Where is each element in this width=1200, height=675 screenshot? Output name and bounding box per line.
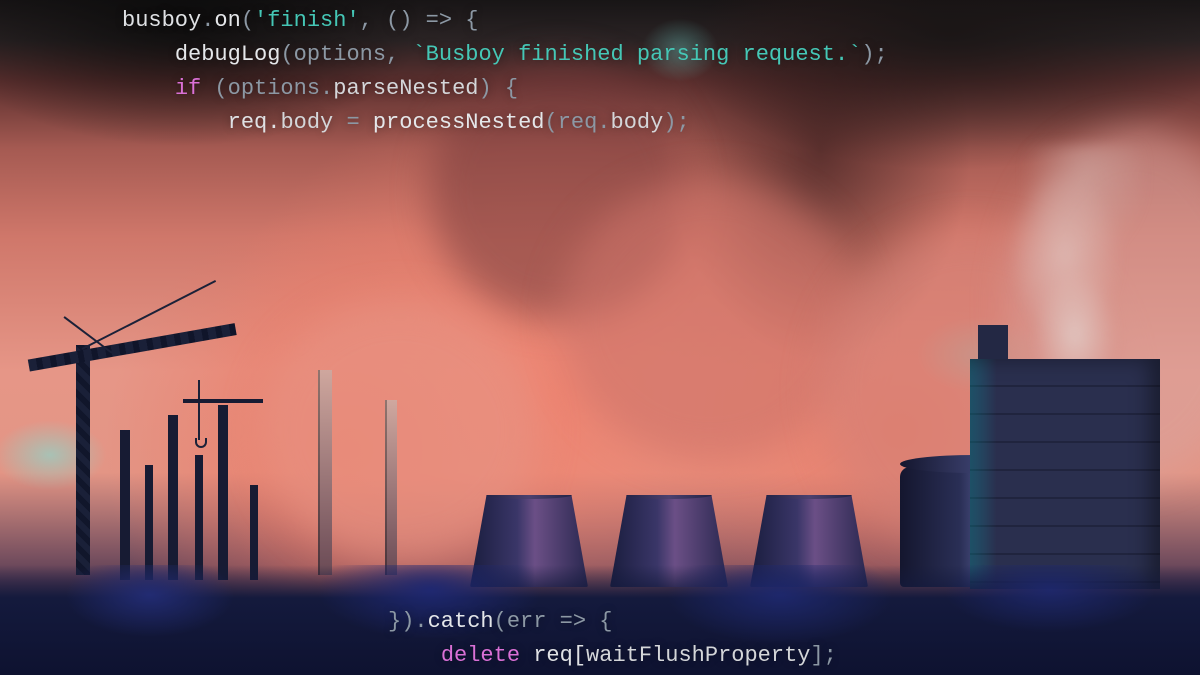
code-token: body — [280, 110, 333, 135]
code-token — [122, 110, 228, 135]
code-overlay-top: busboy.on('finish', () => { debugLog(opt… — [122, 4, 888, 140]
code-token: (options, — [280, 42, 412, 67]
code-token: waitFlushProperty — [586, 643, 810, 668]
code-token — [122, 76, 175, 101]
code-token: ) { — [478, 76, 518, 101]
code-token: processNested — [373, 110, 545, 135]
code-token: body — [611, 110, 664, 135]
code-token: busboy — [122, 8, 201, 33]
code-token: => — [560, 609, 586, 634]
code-token: . — [201, 8, 214, 33]
code-token: { — [586, 609, 612, 634]
industrial-building — [970, 359, 1160, 589]
code-token: req[ — [520, 643, 586, 668]
code-token: }). — [388, 609, 428, 634]
code-token: ( — [241, 8, 254, 33]
code-token: catch — [428, 609, 494, 634]
code-token: (req. — [545, 110, 611, 135]
code-token: { — [452, 8, 478, 33]
code-token: parseNested — [333, 76, 478, 101]
code-token: ]; — [810, 643, 836, 668]
code-token: ); — [861, 42, 887, 67]
code-token — [122, 42, 175, 67]
chimney-smoke — [1005, 145, 1145, 375]
code-token: req. — [228, 110, 281, 135]
code-token: delete — [441, 643, 520, 668]
code-token: => — [426, 8, 452, 33]
code-token: (err — [494, 609, 560, 634]
code-token: debugLog — [175, 42, 281, 67]
code-token: on — [214, 8, 240, 33]
code-token — [388, 643, 441, 668]
code-token: if — [175, 76, 201, 101]
code-token: ); — [663, 110, 689, 135]
code-token: 'finish' — [254, 8, 360, 33]
smoke-plume — [560, 180, 860, 460]
code-token: = — [333, 110, 373, 135]
code-token: `Busboy finished parsing request.` — [412, 42, 861, 67]
code-token: , () — [360, 8, 426, 33]
code-overlay-bottom: }).catch(err => { delete req[waitFlushPr… — [388, 605, 837, 673]
code-token: (options. — [201, 76, 333, 101]
